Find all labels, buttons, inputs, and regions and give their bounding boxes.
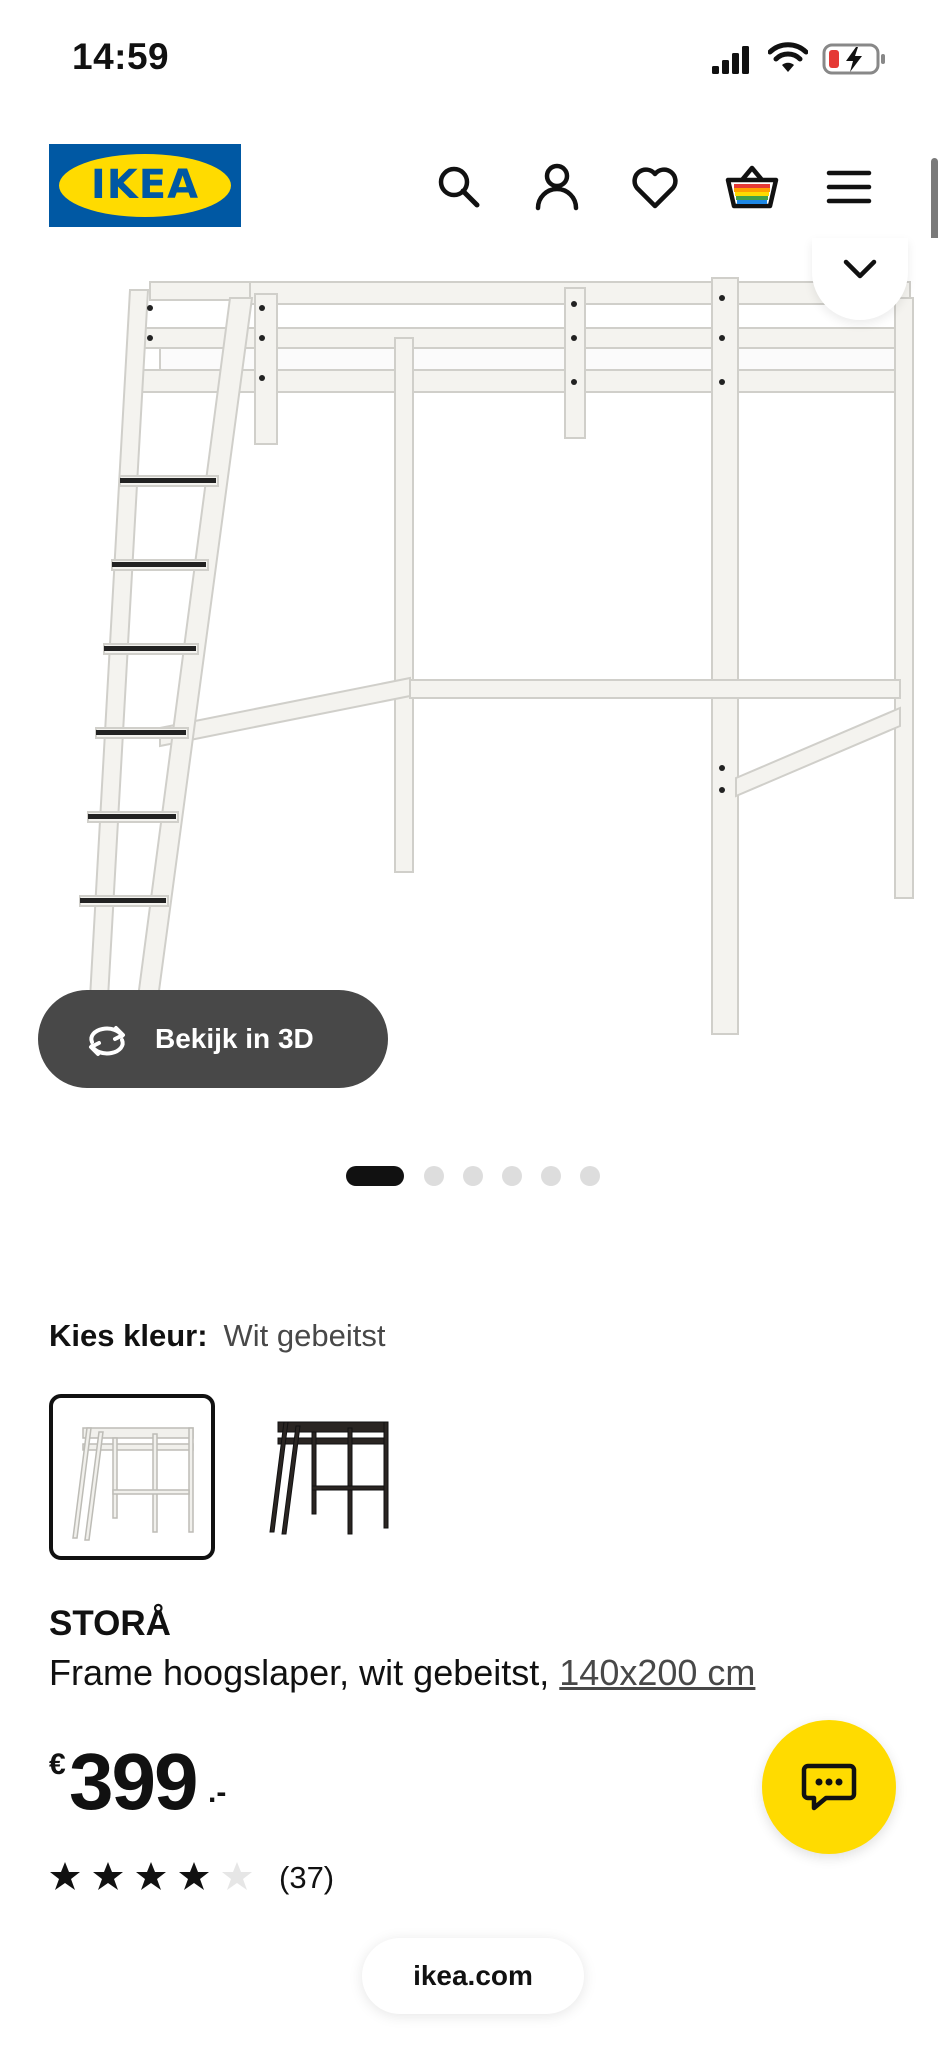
search-icon[interactable] — [432, 160, 486, 214]
heart-icon[interactable] — [628, 160, 682, 214]
chevron-down-icon — [843, 259, 877, 279]
star-filled-icon — [136, 1862, 166, 1890]
product-description-text: Frame hoogslaper, wit gebeitst, — [49, 1652, 550, 1693]
site-header: IKEA — [0, 140, 946, 234]
status-time: 14:59 — [72, 36, 170, 77]
view-3d-button[interactable]: Bekijk in 3D — [38, 990, 388, 1088]
chat-icon — [801, 1763, 857, 1811]
color-choice: Kies kleur: Wit gebeitst — [49, 1318, 385, 1358]
rotate-3d-icon — [89, 1026, 125, 1056]
size-link[interactable]: 140x200 cm — [559, 1652, 755, 1693]
status-bar: 14:59 — [0, 0, 946, 120]
product-name: STORÅ — [49, 1604, 171, 1643]
account-icon[interactable] — [530, 160, 584, 214]
product-page: 14:59 IKEA Bekijk in 3D Kies kleur: Wit … — [0, 0, 946, 2048]
color-swatch-black-brown[interactable] — [248, 1394, 414, 1560]
star-empty-icon — [222, 1862, 252, 1890]
status-icons — [712, 40, 902, 80]
basket-icon[interactable] — [724, 160, 779, 214]
star-filled-icon — [50, 1862, 80, 1890]
signal-icon — [712, 46, 749, 74]
white-bed-thumbnail — [72, 1427, 194, 1541]
black-bed-thumbnail — [269, 1421, 389, 1535]
wifi-icon — [768, 42, 808, 72]
product-description: Frame hoogslaper, wit gebeitst, 140x200 … — [49, 1652, 755, 1694]
carousel-dot[interactable] — [502, 1166, 522, 1186]
star-filled-icon — [179, 1862, 209, 1890]
color-choice-value: Wit gebeitst — [223, 1318, 386, 1353]
price-amount: 399 — [69, 1737, 198, 1826]
menu-icon[interactable] — [822, 160, 876, 214]
battery-icon — [822, 43, 885, 75]
carousel-dots — [0, 1164, 946, 1186]
product-image[interactable]: Bekijk in 3D — [0, 238, 946, 1128]
address-bar[interactable]: ikea.com — [362, 1938, 584, 2014]
color-swatch-white[interactable] — [49, 1394, 215, 1560]
carousel-dot[interactable] — [541, 1166, 561, 1186]
review-count: (37) — [279, 1860, 335, 1895]
logo-text: IKEA — [90, 162, 200, 208]
carousel-dot[interactable] — [346, 1166, 404, 1186]
price-suffix: .- — [208, 1776, 227, 1809]
carousel-dot[interactable] — [580, 1166, 600, 1186]
chat-button[interactable] — [762, 1720, 896, 1854]
price-currency: € — [49, 1748, 66, 1781]
carousel-dot[interactable] — [424, 1166, 444, 1186]
color-choice-label: Kies kleur: — [49, 1318, 208, 1353]
ikea-logo[interactable]: IKEA — [49, 144, 241, 227]
carousel-dot[interactable] — [463, 1166, 483, 1186]
star-filled-icon — [93, 1862, 123, 1890]
view-3d-label: Bekijk in 3D — [155, 1023, 314, 1054]
